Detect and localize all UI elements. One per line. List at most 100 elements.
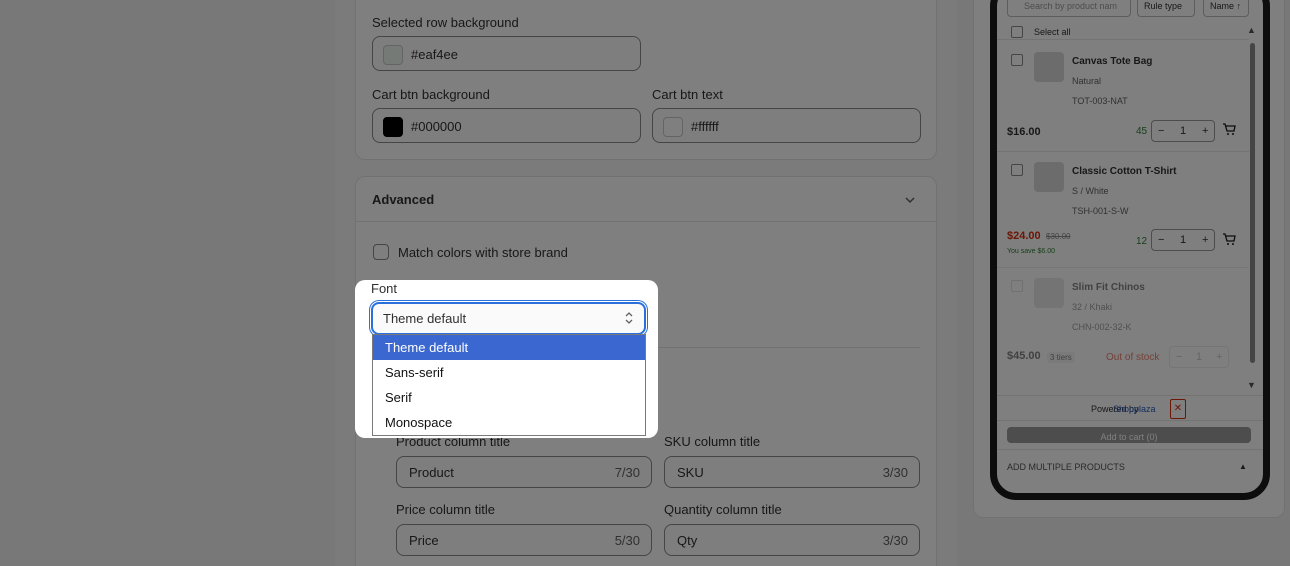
decrement-button[interactable]: − xyxy=(1158,125,1164,137)
increment-button[interactable]: + xyxy=(1202,234,1208,246)
quantity-value[interactable]: 1 xyxy=(1180,125,1186,137)
add-multiple-label: ADD MULTIPLE PRODUCTS xyxy=(1007,462,1125,472)
product-variant: Natural xyxy=(1072,76,1102,86)
stock-count: 45 xyxy=(1136,126,1148,137)
phone-preview: Search by product nam Rule type Name ↑ S… xyxy=(990,0,1270,500)
list-item: Slim Fit Chinos 32 / Khaki CHN-002-32-K … xyxy=(997,267,1249,381)
sku-column-input[interactable]: SKU 3/30 xyxy=(664,456,920,488)
cart-icon[interactable] xyxy=(1222,232,1236,246)
font-option-serif[interactable]: Serif xyxy=(373,385,645,410)
font-dropdown-list: Theme default Sans-serif Serif Monospace xyxy=(372,334,646,436)
price-column-label: Price column title xyxy=(396,502,495,517)
product-price: $45.00 xyxy=(1007,350,1041,362)
sku-column-label: SKU column title xyxy=(664,434,761,449)
row-checkbox[interactable] xyxy=(1011,164,1023,176)
sku-column-value: SKU xyxy=(677,465,704,480)
list-item[interactable]: Canvas Tote Bag Natural TOT-003-NAT $16.… xyxy=(997,39,1249,151)
increment-button: + xyxy=(1216,351,1223,363)
cart-btn-text-field[interactable]: #ffffff xyxy=(652,108,921,143)
compare-price: $30.00 xyxy=(1046,232,1071,241)
sort-select[interactable]: Name ↑ xyxy=(1203,0,1249,17)
select-chevron-icon xyxy=(625,312,633,324)
scroll-down-icon[interactable]: ▼ xyxy=(1247,380,1256,390)
font-label: Font xyxy=(371,281,398,296)
qty-column-label: Quantity column title xyxy=(664,502,782,517)
selected-row-bg-field[interactable]: #eaf4ee xyxy=(372,36,641,71)
chevron-up-icon[interactable]: ▲ xyxy=(1239,462,1247,471)
product-name: Slim Fit Chinos xyxy=(1072,282,1145,293)
selected-row-bg-swatch[interactable] xyxy=(383,45,403,65)
advanced-header[interactable]: Advanced xyxy=(356,177,936,222)
search-input[interactable]: Search by product nam xyxy=(1007,0,1131,17)
cart-btn-bg-label: Cart btn background xyxy=(372,87,490,102)
add-to-cart-button[interactable]: Add to cart (0) xyxy=(1007,427,1251,443)
product-name: Classic Cotton T-Shirt xyxy=(1072,166,1177,177)
quantity-stepper[interactable]: − 1 + xyxy=(1151,229,1215,251)
product-variant: S / White xyxy=(1072,186,1109,196)
sort-label: Name ↑ xyxy=(1210,1,1242,11)
font-select[interactable]: Theme default xyxy=(371,302,646,335)
rule-type-label: Rule type xyxy=(1144,1,1183,11)
price-column-input[interactable]: Price 5/30 xyxy=(396,524,652,556)
close-icon[interactable]: ✕ xyxy=(1170,399,1186,419)
decrement-button: − xyxy=(1176,351,1183,363)
rule-type-select[interactable]: Rule type xyxy=(1137,0,1195,17)
cart-btn-text-swatch[interactable] xyxy=(663,117,683,137)
quantity-value[interactable]: 1 xyxy=(1180,234,1186,246)
product-column-value: Product xyxy=(409,465,454,480)
select-all-label: Select all xyxy=(1034,27,1071,37)
cart-btn-bg-value: #000000 xyxy=(411,119,462,134)
product-price: $24.00 xyxy=(1007,230,1041,242)
product-thumbnail xyxy=(1034,52,1064,82)
cart-btn-text-value: #ffffff xyxy=(691,119,719,134)
colors-card: Selected row background #eaf4ee Cart btn… xyxy=(355,0,937,160)
match-colors-checkbox[interactable] xyxy=(373,244,389,260)
row-checkbox xyxy=(1011,280,1023,292)
out-of-stock-label: Out of stock xyxy=(1106,352,1160,363)
quantity-stepper: − 1 + xyxy=(1169,346,1229,368)
selected-row-bg-value: #eaf4ee xyxy=(411,47,458,62)
cart-btn-text-label: Cart btn text xyxy=(652,87,723,102)
font-option-sans-serif[interactable]: Sans-serif xyxy=(373,360,645,385)
search-placeholder: Search by product nam xyxy=(1024,1,1118,11)
add-multiple-bar[interactable]: ADD MULTIPLE PRODUCTS ▲ xyxy=(997,449,1263,483)
select-all-checkbox[interactable] xyxy=(1011,26,1023,38)
product-column-input[interactable]: Product 7/30 xyxy=(396,456,652,488)
list-item[interactable]: Classic Cotton T-Shirt S / White TSH-001… xyxy=(997,151,1249,267)
price-column-count: 5/30 xyxy=(614,533,640,548)
cart-btn-bg-swatch[interactable] xyxy=(383,117,403,137)
scrollbar[interactable] xyxy=(1250,43,1255,363)
product-sku: TSH-001-S-W xyxy=(1072,206,1129,216)
product-sku: CHN-002-32-K xyxy=(1072,322,1132,332)
tiers-badge: 3 tiers xyxy=(1047,352,1075,363)
product-sku: TOT-003-NAT xyxy=(1072,96,1128,106)
decrement-button[interactable]: − xyxy=(1158,234,1164,246)
qty-column-count: 3/30 xyxy=(882,533,908,548)
font-select-value: Theme default xyxy=(383,311,467,326)
sku-column-count: 3/30 xyxy=(882,465,908,480)
chevron-down-icon[interactable] xyxy=(904,195,916,205)
product-name: Canvas Tote Bag xyxy=(1072,56,1153,67)
scroll-up-icon[interactable]: ▲ xyxy=(1247,25,1256,35)
powered-by-row: Powered by Shopplaza ✕ xyxy=(997,395,1263,421)
qty-column-value: Qty xyxy=(677,533,698,548)
left-gutter xyxy=(0,0,335,566)
match-colors-label: Match colors with store brand xyxy=(398,245,568,260)
cart-icon[interactable] xyxy=(1222,122,1236,136)
quantity-value: 1 xyxy=(1196,351,1203,363)
product-column-count: 7/30 xyxy=(614,465,640,480)
brand-link[interactable]: Shopplaza xyxy=(1113,404,1156,414)
quantity-stepper[interactable]: − 1 + xyxy=(1151,120,1215,142)
product-thumbnail xyxy=(1034,278,1064,308)
font-option-monospace[interactable]: Monospace xyxy=(373,410,645,435)
stock-count: 12 xyxy=(1136,236,1148,247)
savings-text: You save $6.00 xyxy=(1007,248,1056,255)
qty-column-input[interactable]: Qty 3/30 xyxy=(664,524,920,556)
font-select-highlight: Font Theme default Theme default Sans-se… xyxy=(355,280,658,438)
font-option-theme-default[interactable]: Theme default xyxy=(373,335,645,360)
advanced-title: Advanced xyxy=(372,192,435,207)
row-checkbox[interactable] xyxy=(1011,54,1023,66)
increment-button[interactable]: + xyxy=(1202,125,1208,137)
cart-btn-bg-field[interactable]: #000000 xyxy=(372,108,641,143)
product-variant: 32 / Khaki xyxy=(1072,302,1113,312)
